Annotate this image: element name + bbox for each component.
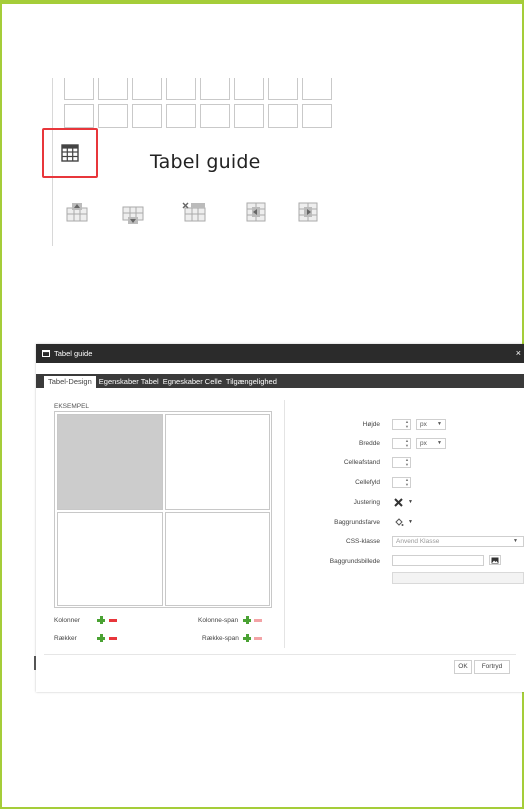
caret-down-icon: ▼ <box>513 538 518 544</box>
bgimage-input[interactable] <box>392 555 484 566</box>
bgcolor-select[interactable]: ▼ <box>392 516 414 527</box>
bgimage-preview <box>392 572 524 584</box>
grid-cell[interactable] <box>166 78 196 100</box>
spinner-arrows-icon[interactable]: ▲ ▼ <box>405 419 409 429</box>
width-unit-select[interactable]: px ▼ <box>416 438 446 449</box>
grid-cell[interactable] <box>132 78 162 100</box>
rowspan-label: Række-span <box>202 635 239 642</box>
css-class-select[interactable]: Anvend Klasse ▼ <box>392 536 524 547</box>
height-unit-select[interactable]: px ▼ <box>416 419 446 430</box>
footer-divider <box>44 654 516 655</box>
columns-control: Kolonner Kolonne-span <box>54 616 274 626</box>
dialog-titlebar: Tabel guide × <box>36 344 524 363</box>
height-unit-value: px <box>420 421 427 428</box>
image-icon <box>491 557 499 563</box>
caret-down-icon: ▼ <box>408 499 413 505</box>
colspan-label: Kolonne-span <box>198 617 239 624</box>
alignment-select[interactable]: ▼ <box>392 496 414 507</box>
dialog-title: Tabel guide <box>54 349 93 358</box>
columns-label: Kolonner <box>54 617 81 624</box>
tab-cell-properties[interactable]: Egneskaber Celle <box>161 376 224 388</box>
delete-row-icon[interactable] <box>182 202 206 227</box>
cellspacing-label: Celleafstand <box>343 459 380 466</box>
rows-control: Rækker Række-span <box>54 634 274 644</box>
add-row-button[interactable] <box>97 634 105 642</box>
width-unit-value: px <box>420 440 427 447</box>
width-label: Bredde <box>359 440 380 447</box>
bgimage-label: Baggrundsbillede <box>329 558 380 565</box>
grid-cell[interactable] <box>302 104 332 128</box>
cancel-button[interactable]: Fortryd <box>474 660 510 674</box>
window-icon <box>42 350 50 357</box>
css-class-placeholder: Anvend Klasse <box>396 538 440 545</box>
spinner-arrows-icon[interactable]: ▲ ▼ <box>405 438 409 448</box>
grid-cell[interactable] <box>98 78 128 100</box>
grid-cell[interactable] <box>132 104 162 128</box>
bgcolor-label: Baggrundsfarve <box>334 519 380 526</box>
css-class-label: CSS-klasse <box>346 538 380 545</box>
grid-cell[interactable] <box>234 104 264 128</box>
remove-rowspan-button[interactable] <box>254 637 262 640</box>
cellpadding-label: Cellefyld <box>355 479 380 486</box>
width-input[interactable]: ▲ ▼ <box>392 438 411 449</box>
toolbar-snippet: Tabel guide <box>42 78 342 248</box>
grid-cell[interactable] <box>268 104 298 128</box>
preview-label: EKSEMPEL <box>54 403 90 410</box>
preview-cell[interactable] <box>165 512 270 606</box>
grid-cell[interactable] <box>234 78 264 100</box>
tab-accessibility[interactable]: Tilgængelighed <box>224 376 279 388</box>
tab-table-properties[interactable]: Egenskaber Tabel <box>97 376 161 388</box>
rows-label: Rækker <box>54 635 77 642</box>
cellpadding-input[interactable]: ▲ ▼ <box>392 477 411 488</box>
grid-cell[interactable] <box>98 104 128 128</box>
close-icon[interactable]: × <box>516 348 521 358</box>
grid-cell[interactable] <box>268 78 298 100</box>
caret-down-icon: ▼ <box>408 519 413 525</box>
add-column-button[interactable] <box>97 616 105 624</box>
table-icon <box>61 144 79 162</box>
preview-cell[interactable] <box>165 414 270 510</box>
preview-cell-selected[interactable] <box>57 414 163 510</box>
cellspacing-input[interactable]: ▲ ▼ <box>392 457 411 468</box>
no-alignment-icon <box>394 498 403 507</box>
height-label: Højde <box>362 421 380 428</box>
insert-row-below-icon[interactable] <box>122 206 144 231</box>
remove-column-button[interactable] <box>109 619 117 622</box>
remove-colspan-button[interactable] <box>254 619 262 622</box>
pane-separator <box>284 400 285 648</box>
grid-cell[interactable] <box>302 78 332 100</box>
grid-cell[interactable] <box>64 78 94 100</box>
spinner-arrows-icon[interactable]: ▲ ▼ <box>405 457 409 467</box>
table-guide-dialog: Tabel guide × Tabel-Design Egenskaber Ta… <box>34 344 524 692</box>
grid-cell[interactable] <box>166 104 196 128</box>
table-guide-label[interactable]: Tabel guide <box>150 151 261 173</box>
height-input[interactable]: ▲ ▼ <box>392 419 411 430</box>
grid-cell[interactable] <box>200 104 230 128</box>
insert-column-right-icon[interactable] <box>298 202 318 227</box>
table-guide-button[interactable] <box>42 128 98 178</box>
spinner-arrows-icon[interactable]: ▲ ▼ <box>405 477 409 487</box>
caret-down-icon: ▼ <box>437 421 442 427</box>
add-colspan-button[interactable] <box>243 616 251 624</box>
insert-column-left-icon[interactable] <box>246 202 266 227</box>
tab-table-design[interactable]: Tabel-Design <box>44 376 96 388</box>
preview-cell[interactable] <box>57 512 163 606</box>
alignment-label: Justering <box>353 499 380 506</box>
paint-bucket-icon <box>395 518 404 526</box>
image-picker-button[interactable] <box>489 555 501 565</box>
grid-cell[interactable] <box>200 78 230 100</box>
grid-cell[interactable] <box>64 104 94 128</box>
caret-down-icon: ▼ <box>437 440 442 446</box>
remove-row-button[interactable] <box>109 637 117 640</box>
insert-row-above-icon[interactable] <box>66 202 88 227</box>
table-preview <box>54 411 272 608</box>
ok-button[interactable]: OK <box>454 660 472 674</box>
dialog-tabs: Tabel-Design Egenskaber Tabel Egneskaber… <box>36 374 524 388</box>
add-rowspan-button[interactable] <box>243 634 251 642</box>
dialog-edge <box>34 656 36 670</box>
